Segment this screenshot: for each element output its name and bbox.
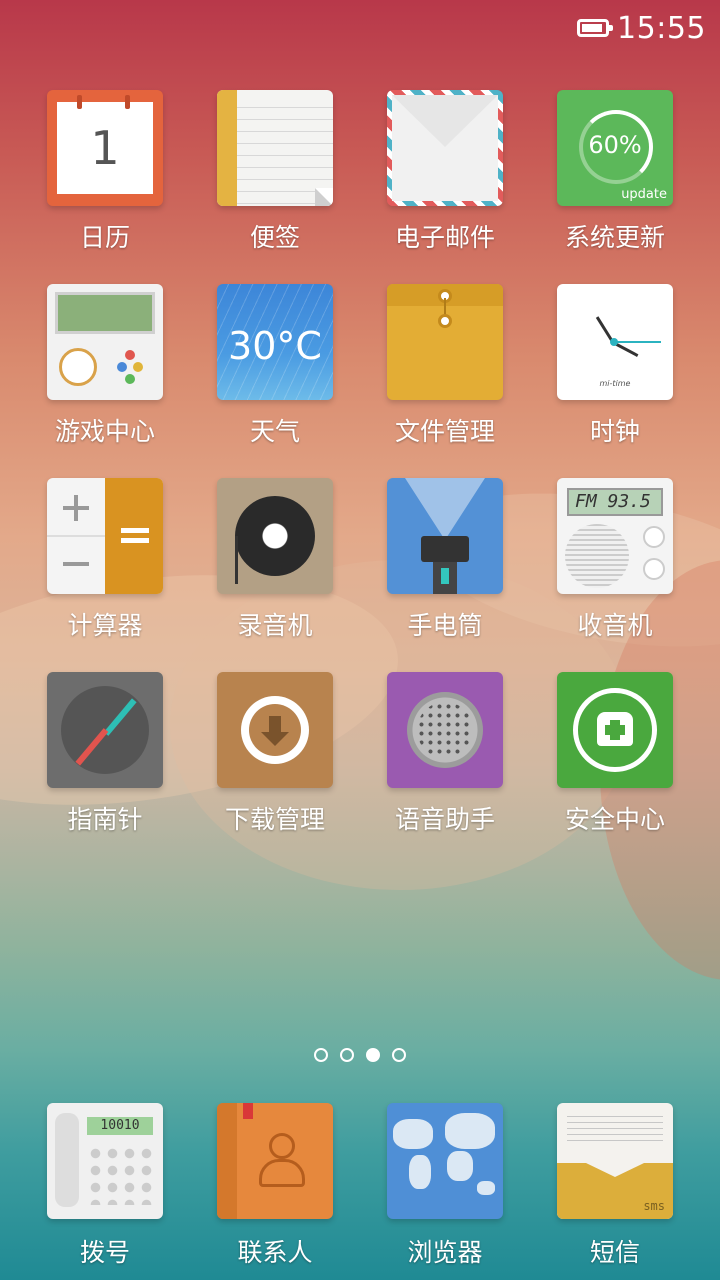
calendar-date: 1 xyxy=(90,121,120,175)
app-dialer[interactable]: 10010 拨号 xyxy=(20,1103,190,1269)
app-file-manager[interactable]: 文件管理 xyxy=(360,284,530,478)
app-label: 下载管理 xyxy=(224,805,325,834)
app-weather[interactable]: 30°C 天气 xyxy=(190,284,360,478)
app-label: 文件管理 xyxy=(394,417,495,446)
page-dot[interactable] xyxy=(314,1048,328,1062)
app-calendar[interactable]: 1 日历 xyxy=(20,90,190,284)
home-screen: 15:55 1 日历 便签 电子邮件 60% update 系统更新 游戏中心 … xyxy=(0,0,720,1280)
contacts-book-icon xyxy=(217,1103,333,1219)
app-download-manager[interactable]: 下载管理 xyxy=(190,672,360,866)
page-dot-active[interactable] xyxy=(366,1048,380,1062)
app-browser[interactable]: 浏览器 xyxy=(360,1103,530,1269)
app-security-center[interactable]: 安全中心 xyxy=(530,672,700,866)
microphone-icon xyxy=(387,672,503,788)
app-label: 录音机 xyxy=(237,611,313,640)
app-label: 便签 xyxy=(249,223,300,252)
compass-icon xyxy=(47,672,163,788)
app-calculator[interactable]: 计算器 xyxy=(20,478,190,672)
calendar-icon: 1 xyxy=(47,90,163,206)
flashlight-icon xyxy=(387,478,503,594)
app-row: 计算器 录音机 手电筒 FM 93.5 收音机 xyxy=(20,478,700,672)
app-label: 语音助手 xyxy=(394,805,495,834)
app-label: 电子邮件 xyxy=(394,223,495,252)
app-row: 游戏中心 30°C 天气 文件管理 mi-time 时钟 xyxy=(20,284,700,478)
app-label: 指南针 xyxy=(67,805,143,834)
app-compass[interactable]: 指南针 xyxy=(20,672,190,866)
app-contacts[interactable]: 联系人 xyxy=(190,1103,360,1269)
app-label: 天气 xyxy=(249,417,300,446)
sms-caption: sms xyxy=(643,1199,665,1213)
page-dot[interactable] xyxy=(340,1048,354,1062)
dock: 10010 拨号 联系人 浏览器 sms 短信 xyxy=(20,1103,700,1269)
status-bar: 15:55 xyxy=(577,8,706,48)
app-row: 指南针 下载管理 语音助手 安全中心 xyxy=(20,672,700,866)
app-label: 安全中心 xyxy=(564,805,665,834)
app-voice-assistant[interactable]: 语音助手 xyxy=(360,672,530,866)
app-game-center[interactable]: 游戏中心 xyxy=(20,284,190,478)
app-label: 游戏中心 xyxy=(54,417,155,446)
app-label: 时钟 xyxy=(589,417,640,446)
folder-icon xyxy=(387,284,503,400)
status-time: 15:55 xyxy=(617,10,706,46)
app-notes[interactable]: 便签 xyxy=(190,90,360,284)
update-caption: update xyxy=(621,187,667,202)
globe-map-icon xyxy=(387,1103,503,1219)
app-recorder[interactable]: 录音机 xyxy=(190,478,360,672)
clock-icon: mi-time xyxy=(557,284,673,400)
app-email[interactable]: 电子邮件 xyxy=(360,90,530,284)
app-label: 短信 xyxy=(589,1238,640,1267)
app-label: 收音机 xyxy=(577,611,653,640)
radio-frequency: FM 93.5 xyxy=(567,488,663,516)
app-label: 联系人 xyxy=(237,1238,313,1267)
update-percent: 60% xyxy=(588,131,642,159)
download-arrow-icon xyxy=(217,672,333,788)
battery-icon xyxy=(577,19,614,37)
android-shield-icon xyxy=(557,672,673,788)
app-label: 计算器 xyxy=(67,611,143,640)
app-label: 浏览器 xyxy=(407,1238,483,1267)
app-system-update[interactable]: 60% update 系统更新 xyxy=(530,90,700,284)
gamepad-icon xyxy=(47,284,163,400)
page-indicator[interactable] xyxy=(0,1048,720,1062)
message-envelope-icon: sms xyxy=(557,1103,673,1219)
dialer-display: 10010 xyxy=(87,1117,153,1135)
app-label: 拨号 xyxy=(79,1238,130,1267)
radio-icon: FM 93.5 xyxy=(557,478,673,594)
weather-temperature: 30°C xyxy=(228,324,322,368)
clock-brand: mi-time xyxy=(599,379,631,388)
update-progress-icon: 60% update xyxy=(557,90,673,206)
app-flashlight[interactable]: 手电筒 xyxy=(360,478,530,672)
notes-icon xyxy=(217,90,333,206)
app-radio[interactable]: FM 93.5 收音机 xyxy=(530,478,700,672)
envelope-icon xyxy=(387,90,503,206)
app-row: 1 日历 便签 电子邮件 60% update 系统更新 xyxy=(20,90,700,284)
app-label: 日历 xyxy=(79,223,130,252)
app-clock[interactable]: mi-time 时钟 xyxy=(530,284,700,478)
page-dot[interactable] xyxy=(392,1048,406,1062)
vinyl-record-icon xyxy=(217,478,333,594)
weather-rain-icon: 30°C xyxy=(217,284,333,400)
app-label: 手电筒 xyxy=(407,611,483,640)
app-messages[interactable]: sms 短信 xyxy=(530,1103,700,1269)
app-grid: 1 日历 便签 电子邮件 60% update 系统更新 游戏中心 30°C 天… xyxy=(20,90,700,866)
calculator-icon xyxy=(47,478,163,594)
app-label: 系统更新 xyxy=(564,223,665,252)
phone-icon: 10010 xyxy=(47,1103,163,1219)
